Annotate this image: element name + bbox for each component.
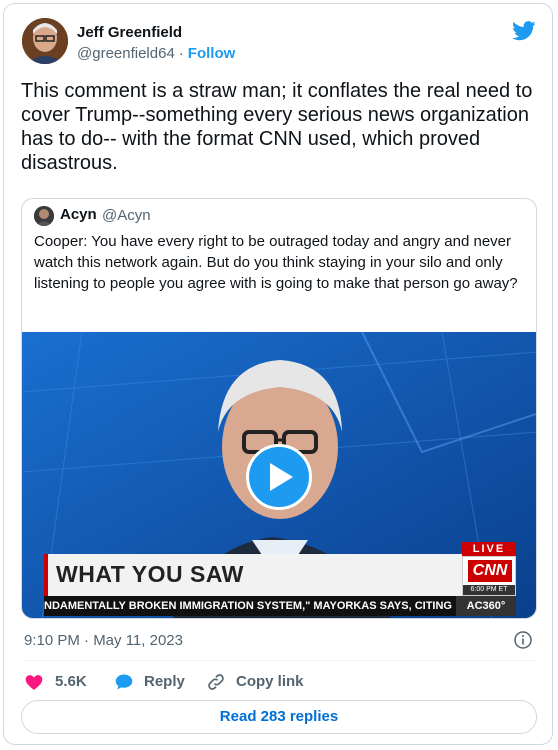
embedded-tweet-card: Jeff Greenfield @greenfield64 · Follow Thi…	[3, 3, 553, 745]
copy-link-button[interactable]: Copy link	[206, 670, 316, 694]
video-lower-third: WHAT YOU SAW	[44, 554, 466, 596]
author-avatar[interactable]	[22, 18, 68, 64]
video-player[interactable]: WHAT YOU SAW LIVE CNN 6:00 PM ET NDAMENT…	[22, 332, 536, 618]
reply-icon	[115, 674, 133, 690]
tweet-timestamp[interactable]: 9:10 PM · May 11, 2023	[24, 632, 183, 649]
play-button[interactable]	[246, 444, 312, 510]
quoted-author-name: Acyn	[60, 206, 97, 223]
copy-link-label: Copy link	[236, 673, 304, 690]
reply-button[interactable]: Reply	[114, 670, 194, 694]
twitter-bird-icon[interactable]	[512, 21, 536, 41]
quoted-author-avatar	[34, 206, 54, 226]
heart-icon	[25, 675, 43, 690]
separator-dot: ·	[178, 45, 184, 62]
author-name[interactable]: Jeff Greenfield	[77, 24, 182, 41]
reply-label: Reply	[144, 673, 185, 690]
quoted-tweet[interactable]: Acyn @Acyn Cooper: You have every right …	[21, 198, 537, 619]
info-icon[interactable]	[514, 631, 532, 649]
ticker-text: NDAMENTALLY BROKEN IMMIGRATION SYSTEM," …	[44, 600, 452, 612]
divider	[24, 660, 534, 661]
network-bug: CNN 6:00 PM ET	[462, 556, 516, 596]
quoted-tweet-text: Cooper: You have every right to be outra…	[34, 233, 518, 292]
broadcast-time: 6:00 PM ET	[463, 585, 515, 595]
tweet-text: This comment is a straw man; it conflate…	[21, 80, 533, 174]
cnn-logo: CNN	[468, 560, 512, 582]
read-replies-button[interactable]: Read 283 replies	[21, 700, 537, 734]
play-icon	[270, 463, 293, 491]
like-count: 5.6K	[55, 673, 87, 690]
author-handle-row: @greenfield64 · Follow	[77, 45, 235, 62]
live-badge: LIVE	[462, 542, 516, 556]
author-handle[interactable]: @greenfield64	[77, 45, 175, 62]
show-tag: AC360°	[456, 596, 516, 616]
follow-link[interactable]: Follow	[188, 45, 236, 62]
lower-third-text: WHAT YOU SAW	[56, 561, 244, 587]
link-icon	[208, 674, 224, 690]
news-ticker: NDAMENTALLY BROKEN IMMIGRATION SYSTEM," …	[44, 596, 516, 616]
like-button[interactable]: 5.6K	[24, 670, 104, 694]
quoted-author-handle: @Acyn	[102, 207, 151, 224]
